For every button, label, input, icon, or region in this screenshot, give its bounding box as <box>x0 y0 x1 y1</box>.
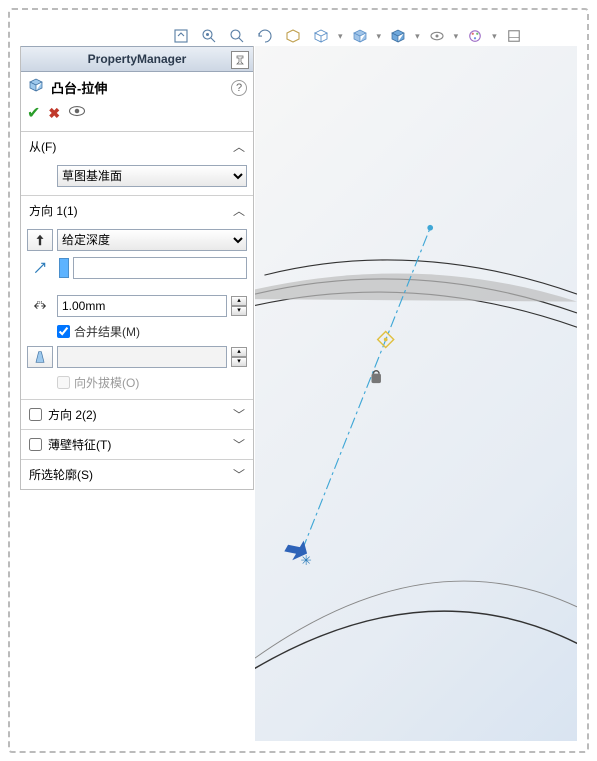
direction-input[interactable] <box>73 257 247 279</box>
draft-icon[interactable] <box>27 346 53 368</box>
pin-icon[interactable] <box>231 51 249 69</box>
section-dir2-label: 方向 2(2) <box>48 406 97 423</box>
end-condition-select[interactable]: 给定深度 <box>57 229 247 251</box>
help-icon[interactable]: ? <box>231 80 247 96</box>
ok-button[interactable]: ✔ <box>27 103 40 123</box>
pm-header: PropertyManager <box>21 46 253 72</box>
chevron-down-icon: ﹀ <box>233 406 245 423</box>
section-dir1-label: 方向 1(1) <box>29 202 78 219</box>
merge-result-checkbox[interactable]: 合并结果(M) <box>57 323 140 340</box>
chevron-up-icon: ︿ <box>233 202 245 219</box>
scene-icon[interactable] <box>503 25 525 47</box>
section-dir1-header[interactable]: 方向 1(1) ︿ <box>21 196 253 225</box>
extrude-icon <box>27 76 45 99</box>
preview-icon[interactable] <box>68 104 86 123</box>
zoom-area-icon[interactable] <box>198 25 220 47</box>
svg-text:D1: D1 <box>37 300 43 305</box>
svg-text:✳: ✳ <box>300 553 311 568</box>
draft-outward-checkbox: 向外拔模(O) <box>57 374 139 391</box>
direction-color <box>59 258 69 278</box>
reverse-direction-icon[interactable] <box>27 229 53 251</box>
view-orientation-icon[interactable] <box>310 25 332 47</box>
cancel-button[interactable]: ✖ <box>48 105 60 122</box>
display-wireframe-icon[interactable] <box>349 25 371 47</box>
section-from-label: 从(F) <box>29 138 56 155</box>
section-view-icon[interactable] <box>282 25 304 47</box>
draft-input[interactable] <box>57 346 227 368</box>
property-manager-panel: PropertyManager 凸台-拉伸 ? ✔ ✖ 从(F) ︿ <box>20 46 254 490</box>
depth-spinner[interactable]: ▴▾ <box>231 296 247 316</box>
section-thin-label: 薄壁特征(T) <box>48 436 111 453</box>
feature-title: 凸台-拉伸 <box>51 78 225 97</box>
from-select[interactable]: 草图基准面 <box>57 165 247 187</box>
pm-title: PropertyManager <box>21 52 253 66</box>
zoom-prev-icon[interactable] <box>226 25 248 47</box>
chevron-down-icon: ﹀ <box>233 436 245 453</box>
hide-show-icon[interactable] <box>426 25 448 47</box>
graphics-viewport[interactable]: ✳ <box>255 46 577 741</box>
section-dir2-header[interactable]: 方向 2(2) ﹀ <box>21 400 253 430</box>
section-contours-label: 所选轮廓(S) <box>29 466 93 483</box>
section-from-header[interactable]: 从(F) ︿ <box>21 132 253 161</box>
model-view: ✳ <box>255 46 577 741</box>
appearance-icon[interactable] <box>464 25 486 47</box>
section-dir1: 方向 1(1) ︿ 给定深度 <box>21 196 253 400</box>
zoom-fit-icon[interactable] <box>170 25 192 47</box>
section-thin-header[interactable]: 薄壁特征(T) ﹀ <box>21 430 253 460</box>
depth-input[interactable] <box>57 295 227 317</box>
section-from: 从(F) ︿ 草图基准面 <box>21 132 253 196</box>
chevron-up-icon: ︿ <box>233 138 245 155</box>
display-shaded-icon[interactable] <box>387 25 409 47</box>
depth-icon: D1 <box>27 298 53 314</box>
draft-spinner[interactable]: ▴▾ <box>231 347 247 367</box>
section-contours-header[interactable]: 所选轮廓(S) ﹀ <box>21 460 253 489</box>
thin-checkbox[interactable] <box>29 438 42 451</box>
rotate-view-icon[interactable] <box>254 25 276 47</box>
chevron-down-icon: ﹀ <box>233 466 245 483</box>
dir2-checkbox[interactable] <box>29 408 42 421</box>
direction-vector-icon <box>27 261 53 275</box>
